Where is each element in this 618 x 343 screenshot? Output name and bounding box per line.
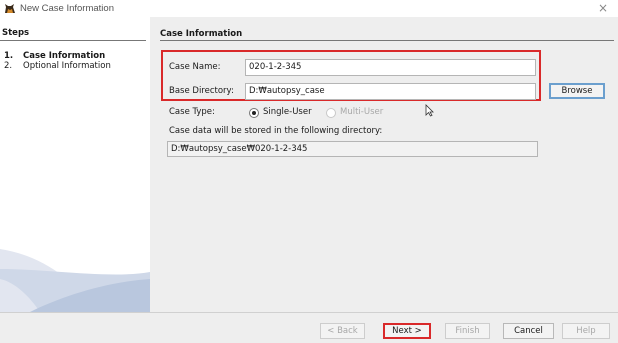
step-label: Case Information	[23, 51, 106, 61]
multi-user-label[interactable]: Multi-User	[340, 107, 383, 117]
new-case-dialog: Steps 1. Case Information 2. Optional Info…	[0, 17, 618, 343]
steps-divider	[0, 40, 146, 41]
step-case-information: 1. Case Information	[4, 51, 105, 61]
single-user-radio[interactable]	[249, 108, 259, 118]
step-label: Optional Information	[23, 61, 111, 71]
panel-title: Case Information	[160, 29, 243, 39]
step-number: 2.	[4, 61, 13, 71]
finish-button[interactable]: Finish	[445, 323, 490, 339]
case-type-label: Case Type:	[169, 107, 215, 117]
close-icon[interactable]: ×	[596, 1, 610, 15]
browse-button[interactable]: Browse	[549, 83, 605, 99]
help-button[interactable]: Help	[562, 323, 610, 339]
steps-title: Steps	[2, 28, 30, 38]
single-user-label[interactable]: Single-User	[263, 107, 312, 117]
steps-panel: Steps 1. Case Information 2. Optional Info…	[0, 17, 150, 312]
mouse-cursor-icon	[425, 104, 434, 117]
cancel-button[interactable]: Cancel	[503, 323, 554, 339]
case-name-input[interactable]: 020-1-2-345	[245, 59, 536, 76]
storage-note: Case data will be stored in the followin…	[169, 126, 383, 136]
button-bar: < Back Next > Finish Cancel Help	[0, 312, 618, 343]
multi-user-radio[interactable]	[326, 108, 336, 118]
next-button[interactable]: Next >	[383, 323, 431, 339]
case-information-panel: Case Information Case Name: 020-1-2-345 …	[156, 17, 618, 312]
autopsy-dog-icon	[5, 4, 15, 13]
step-optional-information: 2. Optional Information	[4, 61, 111, 71]
title-bar: New Case Information ×	[0, 0, 618, 17]
back-button[interactable]: < Back	[320, 323, 365, 339]
base-directory-label: Base Directory:	[169, 86, 234, 96]
case-name-label: Case Name:	[169, 62, 221, 72]
window-title: New Case Information	[20, 3, 114, 14]
panel-divider	[160, 40, 614, 41]
storage-path-field: D:₩autopsy_case₩020-1-2-345	[167, 141, 538, 157]
step-number: 1.	[4, 51, 14, 61]
base-directory-input[interactable]: D:₩autopsy_case	[245, 83, 536, 100]
